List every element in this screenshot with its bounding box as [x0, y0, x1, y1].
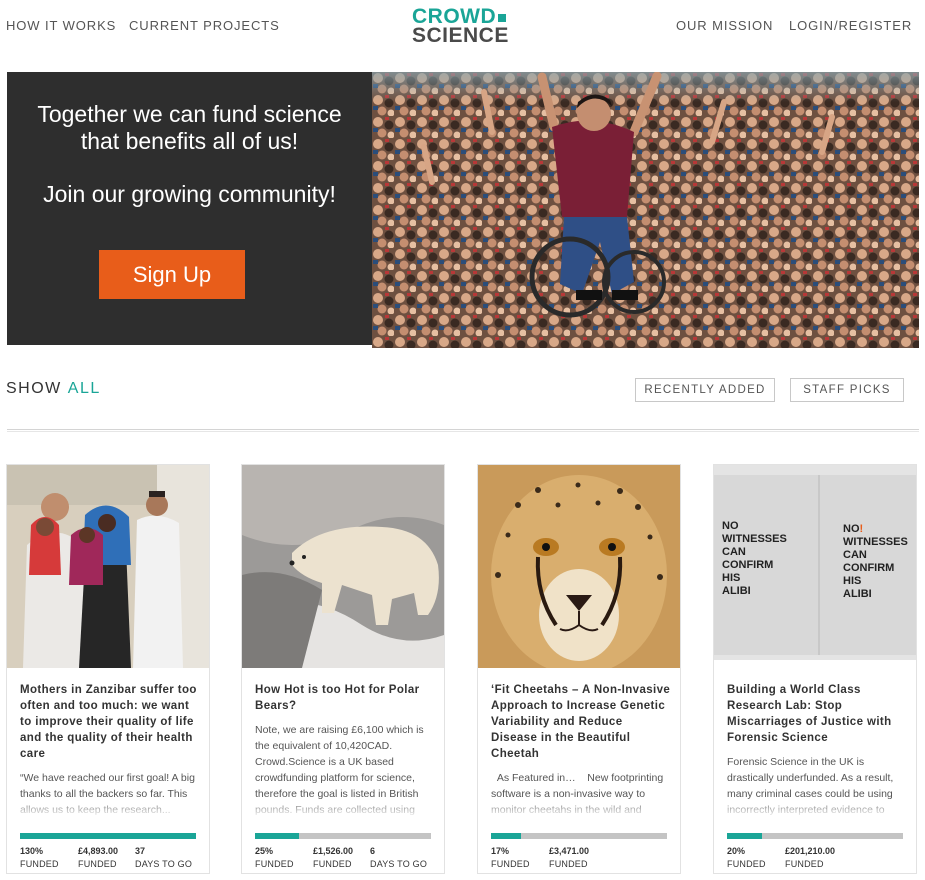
funding-progress-bar [727, 833, 903, 839]
recently-added-button[interactable]: RECENTLY ADDED [635, 378, 775, 402]
project-card[interactable]: Mothers in Zanzibar suffer too often and… [7, 465, 209, 873]
stat-amount: £1,526.00 FUNDED [313, 845, 353, 871]
stat-amount: £3,471.00 FUNDED [549, 845, 589, 871]
poster-left-text: NO WITNESSES CAN CONFIRM HIS ALIBI [722, 520, 787, 598]
stat-percent-value: 130% [20, 846, 44, 856]
stat-percent-value: 20% [727, 846, 746, 856]
stat-percent-label: FUNDED [727, 859, 766, 869]
funding-progress-bar [20, 833, 196, 839]
crowd-science-logo[interactable]: CROWD SCIENCE [412, 6, 512, 47]
poster-fold [818, 475, 820, 655]
show-filter-label: SHOW ALL [6, 380, 101, 398]
hero-text-panel: Together we can fund science that benefi… [7, 72, 372, 345]
poster-word: NO [722, 520, 739, 532]
stat-percent: 20% FUNDED [727, 845, 766, 871]
project-excerpt: Note, we are raising £6,100 which is the… [255, 722, 435, 818]
stat-percent: 130% FUNDED [20, 845, 59, 871]
project-title[interactable]: ‘Fit Cheetahs – A Non-Invasive Approach … [491, 682, 671, 762]
project-image-forensic-poster[interactable]: NO WITNESSES CAN CONFIRM HIS ALIBI NO! W… [714, 465, 916, 660]
project-excerpt: As Featured in… New footprinting softwar… [491, 770, 671, 818]
nav-our-mission[interactable]: OUR MISSION [676, 18, 773, 33]
crowd-photo [372, 72, 919, 348]
stat-amount-label: FUNDED [785, 859, 824, 869]
poster-word: CONFIRM [722, 559, 774, 571]
funding-progress-bar [491, 833, 667, 839]
stat-percent-value: 25% [255, 846, 274, 856]
poster-word: CAN [843, 549, 867, 561]
project-image-polar-bear[interactable] [242, 465, 444, 668]
sign-up-button[interactable]: Sign Up [99, 250, 245, 299]
funding-progress-fill [255, 833, 299, 839]
project-image-cheetah[interactable] [478, 465, 680, 668]
poster-word: ALIBI [722, 585, 751, 597]
stat-amount-label: FUNDED [78, 859, 117, 869]
stat-days: 6 DAYS TO GO [370, 845, 427, 871]
poster-word: ALIBI [843, 588, 872, 600]
project-title[interactable]: How Hot is too Hot for Polar Bears? [255, 682, 435, 714]
stat-amount-value: £1,526.00 [313, 846, 354, 856]
stat-days-value: 37 [135, 846, 146, 856]
stat-days-label: DAYS TO GO [370, 859, 428, 869]
stat-percent: 25% FUNDED [255, 845, 294, 871]
stat-amount-label: FUNDED [549, 859, 588, 869]
stat-percent: 17% FUNDED [491, 845, 530, 871]
site-header: HOW IT WORKS CURRENT PROJECTS CROWD SCIE… [0, 0, 925, 56]
hero-line-1: Together we can fund science [37, 101, 342, 127]
project-card[interactable]: NO WITNESSES CAN CONFIRM HIS ALIBI NO! W… [714, 465, 916, 873]
filter-all[interactable]: ALL [68, 380, 101, 397]
stat-days-label: DAYS TO GO [135, 859, 193, 869]
stat-days: 37 DAYS TO GO [135, 845, 192, 871]
stat-amount-value: £4,893.00 [78, 846, 119, 856]
project-title[interactable]: Building a World Class Research Lab: Sto… [727, 682, 907, 746]
poster-word: HIS [843, 575, 862, 587]
project-image-zanzibar[interactable] [7, 465, 209, 668]
project-title[interactable]: Mothers in Zanzibar suffer too often and… [20, 682, 200, 762]
stat-percent-label: FUNDED [20, 859, 59, 869]
stat-percent-label: FUNDED [255, 859, 294, 869]
hero-line-3: Join our growing community! [43, 181, 336, 207]
logo-line-2: SCIENCE [412, 24, 509, 47]
poster-exclamation: ! [859, 523, 864, 535]
nav-login-register[interactable]: LOGIN/REGISTER [789, 18, 912, 33]
stat-amount: £4,893.00 FUNDED [78, 845, 118, 871]
logo-square-mark [498, 14, 507, 22]
stat-percent-label: FUNDED [491, 859, 530, 869]
funding-progress-fill [491, 833, 521, 839]
nav-current-projects[interactable]: CURRENT PROJECTS [129, 18, 280, 33]
project-excerpt: Forensic Science in the UK is drasticall… [727, 754, 907, 818]
stat-amount-label: FUNDED [313, 859, 352, 869]
staff-picks-button[interactable]: STAFF PICKS [790, 378, 904, 402]
stat-amount-value: £3,471.00 [549, 846, 590, 856]
poster-word: WITNESSES [843, 536, 908, 548]
funding-progress-fill [727, 833, 763, 839]
project-excerpt: “We have reached our first goal! A big t… [20, 770, 200, 818]
funding-progress-bar [255, 833, 431, 839]
stat-amount: £201,210.00 FUNDED [785, 845, 835, 871]
stat-percent-value: 17% [491, 846, 510, 856]
section-divider [7, 429, 919, 432]
hero-banner: Together we can fund science that benefi… [7, 72, 919, 348]
stat-amount-value: £201,210.00 [785, 846, 836, 856]
funding-progress-fill [20, 833, 196, 839]
project-card[interactable]: How Hot is too Hot for Polar Bears? Note… [242, 465, 444, 873]
poster-word: NO [843, 523, 860, 535]
hero-line-2: that benefits all of us! [80, 128, 299, 154]
show-text: SHOW [6, 380, 62, 397]
poster-word: WITNESSES [722, 533, 787, 545]
poster-word: HIS [722, 572, 741, 584]
poster-word: CAN [722, 546, 746, 558]
nav-how-it-works[interactable]: HOW IT WORKS [6, 18, 116, 33]
poster-right-text: NO! WITNESSES CAN CONFIRM HIS ALIBI [843, 523, 908, 601]
stat-days-value: 6 [370, 846, 376, 856]
poster-word: CONFIRM [843, 562, 895, 574]
project-card[interactable]: ‘Fit Cheetahs – A Non-Invasive Approach … [478, 465, 680, 873]
